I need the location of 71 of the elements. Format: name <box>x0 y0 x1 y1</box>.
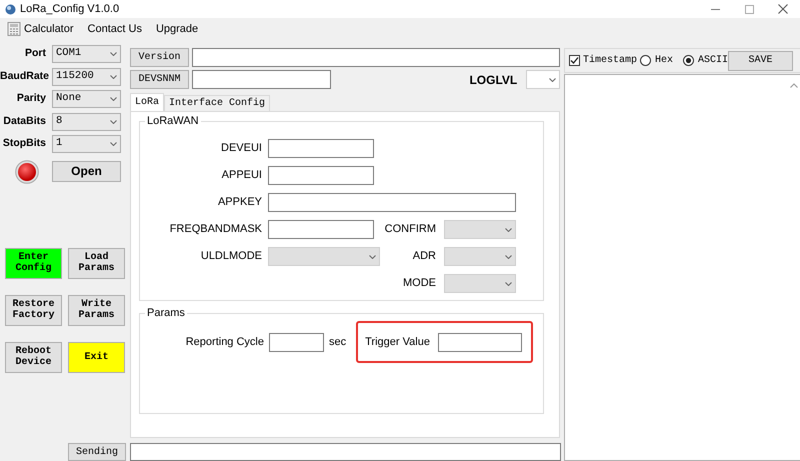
field-label: DEVEUI <box>220 141 262 156</box>
caret-icon <box>110 97 117 102</box>
select-field[interactable]: COM1 <box>52 45 121 64</box>
text-field[interactable] <box>438 332 522 352</box>
group-title: Params <box>146 308 186 319</box>
radio-button[interactable] <box>683 55 694 66</box>
text-field[interactable] <box>268 139 374 158</box>
action-button[interactable]: Exit <box>68 342 125 372</box>
select-field[interactable]: 8 <box>52 112 121 131</box>
field-label: APPKEY <box>216 195 262 210</box>
open-button[interactable]: Open <box>52 161 121 182</box>
select-field[interactable]: 115200 <box>52 68 121 86</box>
checkbox-label: Timestamp <box>583 54 638 68</box>
field-label: StopBits <box>2 136 46 152</box>
field-label: FREQBANDMASK <box>168 222 262 238</box>
save-button[interactable]: SAVE <box>728 50 794 70</box>
action-button[interactable]: Reboot Device <box>5 342 62 372</box>
select-field[interactable]: None <box>52 90 121 108</box>
text-field[interactable] <box>268 193 516 212</box>
field-label: APPEUI <box>220 168 262 184</box>
scroll-up-icon <box>790 83 798 88</box>
radio-button[interactable] <box>640 55 652 66</box>
radio-label: Hex <box>655 54 674 68</box>
version-field[interactable] <box>192 48 560 67</box>
field-label: ADR <box>412 249 436 264</box>
caret-icon <box>369 254 376 258</box>
text-field[interactable] <box>268 166 374 185</box>
action-button[interactable]: Enter Config <box>5 248 62 278</box>
field-label: Reporting Cycle <box>184 334 264 350</box>
unit-label: sec <box>329 334 346 350</box>
window-title: LoRa_Config V1.0.0 <box>20 2 120 17</box>
checkbox[interactable] <box>569 55 580 66</box>
tab[interactable]: LoRa <box>130 93 164 111</box>
close-icon <box>778 4 788 14</box>
caret-icon <box>110 52 117 56</box>
devsn-button[interactable]: DEVSNNM <box>130 70 189 89</box>
caret-icon <box>110 142 117 146</box>
caret-icon <box>505 228 512 232</box>
field-label: Trigger Value <box>365 334 430 350</box>
caret-icon <box>549 78 556 82</box>
menu-item[interactable]: Calculator <box>7 20 82 38</box>
maximize-icon <box>744 4 754 14</box>
action-button[interactable]: Write Params <box>68 294 125 326</box>
loglvl-label: LOGLVL <box>469 72 518 88</box>
tab[interactable]: Interface Config <box>164 95 270 111</box>
radio-label: ASCII <box>698 54 728 68</box>
version-button[interactable]: Version <box>130 48 189 67</box>
minimize-icon <box>710 8 720 10</box>
caret-icon <box>110 120 117 124</box>
field-label: Parity <box>16 91 46 106</box>
menu-item[interactable]: Upgrade <box>156 20 206 38</box>
sending-button[interactable]: Sending <box>68 443 126 461</box>
calculator-icon <box>7 22 21 36</box>
devsn-field[interactable] <box>192 70 331 89</box>
action-button[interactable]: Restore Factory <box>5 294 62 326</box>
action-button[interactable]: Load Params <box>68 248 125 278</box>
field-label: CONFIRM <box>384 222 436 238</box>
field-label: MODE <box>402 276 436 292</box>
text-field[interactable] <box>269 332 324 352</box>
caret-icon <box>505 282 512 286</box>
app-icon <box>5 4 16 14</box>
field-label: Port <box>24 46 46 62</box>
select-field[interactable]: 1 <box>52 135 121 154</box>
field-label: ULDLMODE <box>200 249 262 264</box>
sending-field[interactable] <box>130 443 561 461</box>
text-field[interactable] <box>268 220 374 239</box>
group-title: LoRaWAN <box>146 116 200 127</box>
caret-icon <box>505 254 512 258</box>
field-label: DataBits <box>2 114 46 129</box>
caret-icon <box>110 74 117 79</box>
menu-item[interactable]: Contact Us <box>88 20 150 38</box>
